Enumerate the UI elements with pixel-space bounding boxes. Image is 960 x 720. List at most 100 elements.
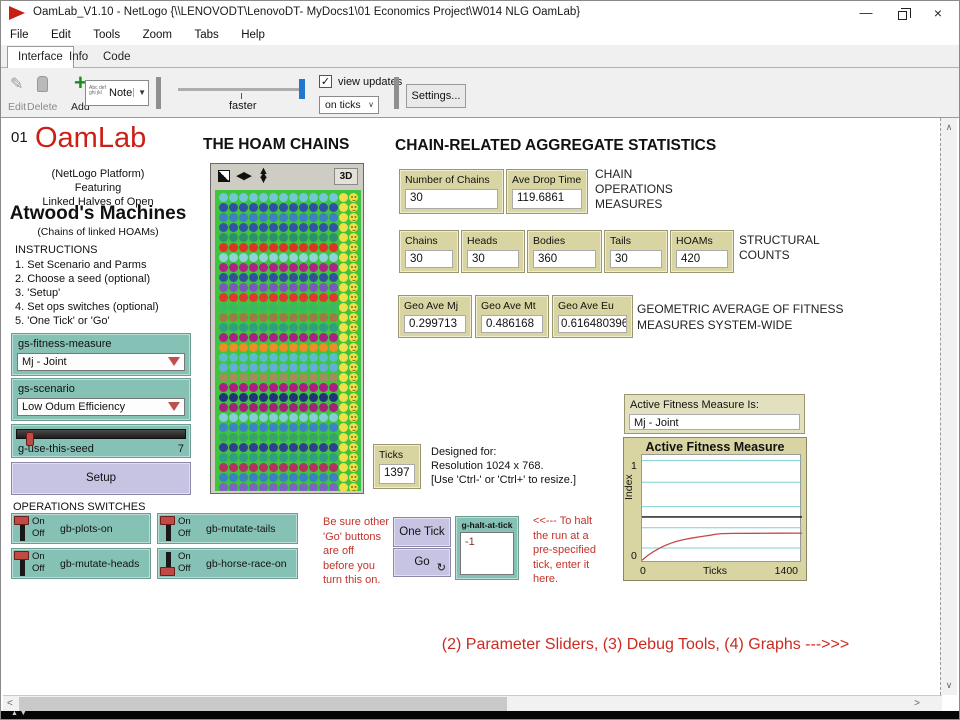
hoam-body-circle: [319, 223, 328, 232]
menu-item-zoom[interactable]: Zoom: [134, 26, 181, 41]
hoam-body-circle: [279, 233, 288, 242]
maximize-restore-button[interactable]: [885, 1, 919, 25]
ops-switch[interactable]: On Off gb-plots-on: [11, 513, 151, 544]
switch-name: gb-mutate-heads: [60, 558, 139, 570]
hoam-body-circle: [239, 393, 248, 402]
ops-switch[interactable]: On Off gb-mutate-heads: [11, 548, 151, 579]
hoam-face-icon: [349, 353, 358, 362]
view-horizontal-arrows-icon[interactable]: ◀▶: [236, 169, 251, 182]
hoam-body-circle: [329, 353, 338, 362]
edit-pencil-icon: ✎: [10, 74, 23, 94]
go-button[interactable]: Go ↻: [393, 548, 451, 577]
widget-type-dropdown[interactable]: Abc def ghi jkl Note ▼: [85, 80, 149, 106]
hoam-body-circle: [299, 293, 308, 302]
hoam-body-circle: [289, 233, 298, 242]
horizontal-scrollbar[interactable]: < >: [3, 695, 942, 711]
seed-slider[interactable]: g-use-this-seed 7: [11, 424, 191, 458]
hoam-body-circle: [269, 263, 278, 272]
hoam-body-circle: [299, 253, 308, 262]
monitor-label: Ave Drop Time: [512, 174, 581, 186]
close-button[interactable]: ×: [921, 1, 955, 25]
hoam-body-circle: [249, 433, 258, 442]
view-corner-resize-icon[interactable]: [218, 170, 230, 182]
view-vertical-arrows-icon2[interactable]: ▼: [258, 174, 268, 186]
chooser-fitness-measure[interactable]: gs-fitness-measure Mj - Joint: [11, 333, 191, 376]
hoam-body-circle: [319, 213, 328, 222]
halt-at-tick-input[interactable]: g-halt-at-tick -1: [455, 516, 519, 580]
seed-slider-track[interactable]: [16, 429, 186, 439]
hoam-body-circle: [299, 443, 308, 452]
scroll-left-icon[interactable]: <: [7, 698, 13, 709]
update-mode-dropdown[interactable]: on ticks ∨: [319, 96, 379, 114]
menu-item-tools[interactable]: Tools: [84, 26, 129, 41]
hoam-body-circle: [309, 413, 318, 422]
hoam-body-circle: [309, 243, 318, 252]
view-updates-checkbox[interactable]: ✓: [319, 75, 332, 88]
hoam-body-circle: [299, 413, 308, 422]
hoam-body-circle: [259, 273, 268, 282]
delete-button[interactable]: Delete: [27, 101, 57, 113]
chain-row: [219, 303, 361, 312]
view-world[interactable]: [215, 190, 361, 491]
hoam-body-circle: [329, 363, 338, 372]
ops-switch[interactable]: On Off gb-mutate-tails: [157, 513, 298, 544]
chooser-fitness-measure-value[interactable]: Mj - Joint: [17, 353, 185, 371]
hoam-body-circle: [279, 263, 288, 272]
speed-slider[interactable]: [178, 88, 304, 91]
hoam-body-circle: [319, 483, 328, 491]
hoam-body-circle: [229, 293, 238, 302]
halt-input-value[interactable]: -1: [460, 532, 514, 575]
scroll-down-icon[interactable]: ∨: [941, 680, 957, 691]
hoam-head-circle: [339, 343, 348, 352]
hoam-body-circle: [249, 483, 258, 491]
switch-handle[interactable]: [160, 516, 175, 525]
hoam-body-circle: [229, 483, 238, 491]
one-tick-button[interactable]: One Tick: [393, 517, 451, 547]
minimize-button[interactable]: —: [849, 1, 883, 25]
vertical-scrollbar[interactable]: ∧ ∨: [940, 118, 957, 695]
menu-item-file[interactable]: File: [1, 26, 38, 41]
chooser-scenario-value[interactable]: Low Odum Efficiency: [17, 398, 185, 416]
switch-handle[interactable]: [14, 516, 29, 525]
hoam-body-circle: [269, 383, 278, 392]
hoam-body-circle: [309, 353, 318, 362]
hoam-body-circle: [319, 473, 328, 482]
hoam-body-circle: [289, 383, 298, 392]
settings-button[interactable]: Settings...: [406, 84, 466, 108]
switch-name: gb-plots-on: [60, 523, 113, 535]
chain-row: [219, 453, 361, 462]
chooser-scenario[interactable]: gs-scenario Low Odum Efficiency: [11, 378, 191, 421]
hoam-body-circle: [269, 413, 278, 422]
speed-slider-thumb[interactable]: [299, 79, 305, 99]
tab-code[interactable]: Code: [93, 47, 141, 68]
hoam-body-circle: [229, 343, 238, 352]
menu-item-edit[interactable]: Edit: [42, 26, 80, 41]
hoam-body-circle: [299, 233, 308, 242]
hoam-body-circle: [229, 453, 238, 462]
setup-button[interactable]: Setup: [11, 462, 191, 495]
hoam-body-circle: [329, 343, 338, 352]
hoam-body-circle: [259, 473, 268, 482]
hoam-body-circle: [309, 383, 318, 392]
menu-item-help[interactable]: Help: [232, 26, 274, 41]
instruction-step-2: 2. Choose a seed (optional): [15, 273, 150, 285]
switch-handle[interactable]: [14, 551, 29, 560]
scroll-right-icon[interactable]: >: [914, 698, 920, 709]
hoam-body-circle: [249, 253, 258, 262]
hoam-body-circle: [239, 363, 248, 372]
plot-y-tick-1: 1: [631, 460, 637, 472]
hoam-head-circle: [339, 393, 348, 402]
hoam-head-circle: [339, 223, 348, 232]
monitor-label: Geo Ave Mt: [481, 300, 536, 312]
hoam-body-circle: [319, 343, 328, 352]
scroll-up-icon[interactable]: ∧: [941, 122, 957, 133]
hoam-face-icon: [349, 433, 358, 442]
horizontal-scroll-thumb[interactable]: [19, 697, 507, 711]
menu-item-tabs[interactable]: Tabs: [185, 26, 227, 41]
hoam-head-circle: [339, 443, 348, 452]
view-3d-button[interactable]: 3D: [334, 168, 358, 185]
switch-handle[interactable]: [160, 567, 175, 576]
hoam-body-circle: [289, 403, 298, 412]
edit-button[interactable]: Edit: [8, 101, 26, 113]
ops-switch[interactable]: On Off gb-horse-race-on: [157, 548, 298, 579]
